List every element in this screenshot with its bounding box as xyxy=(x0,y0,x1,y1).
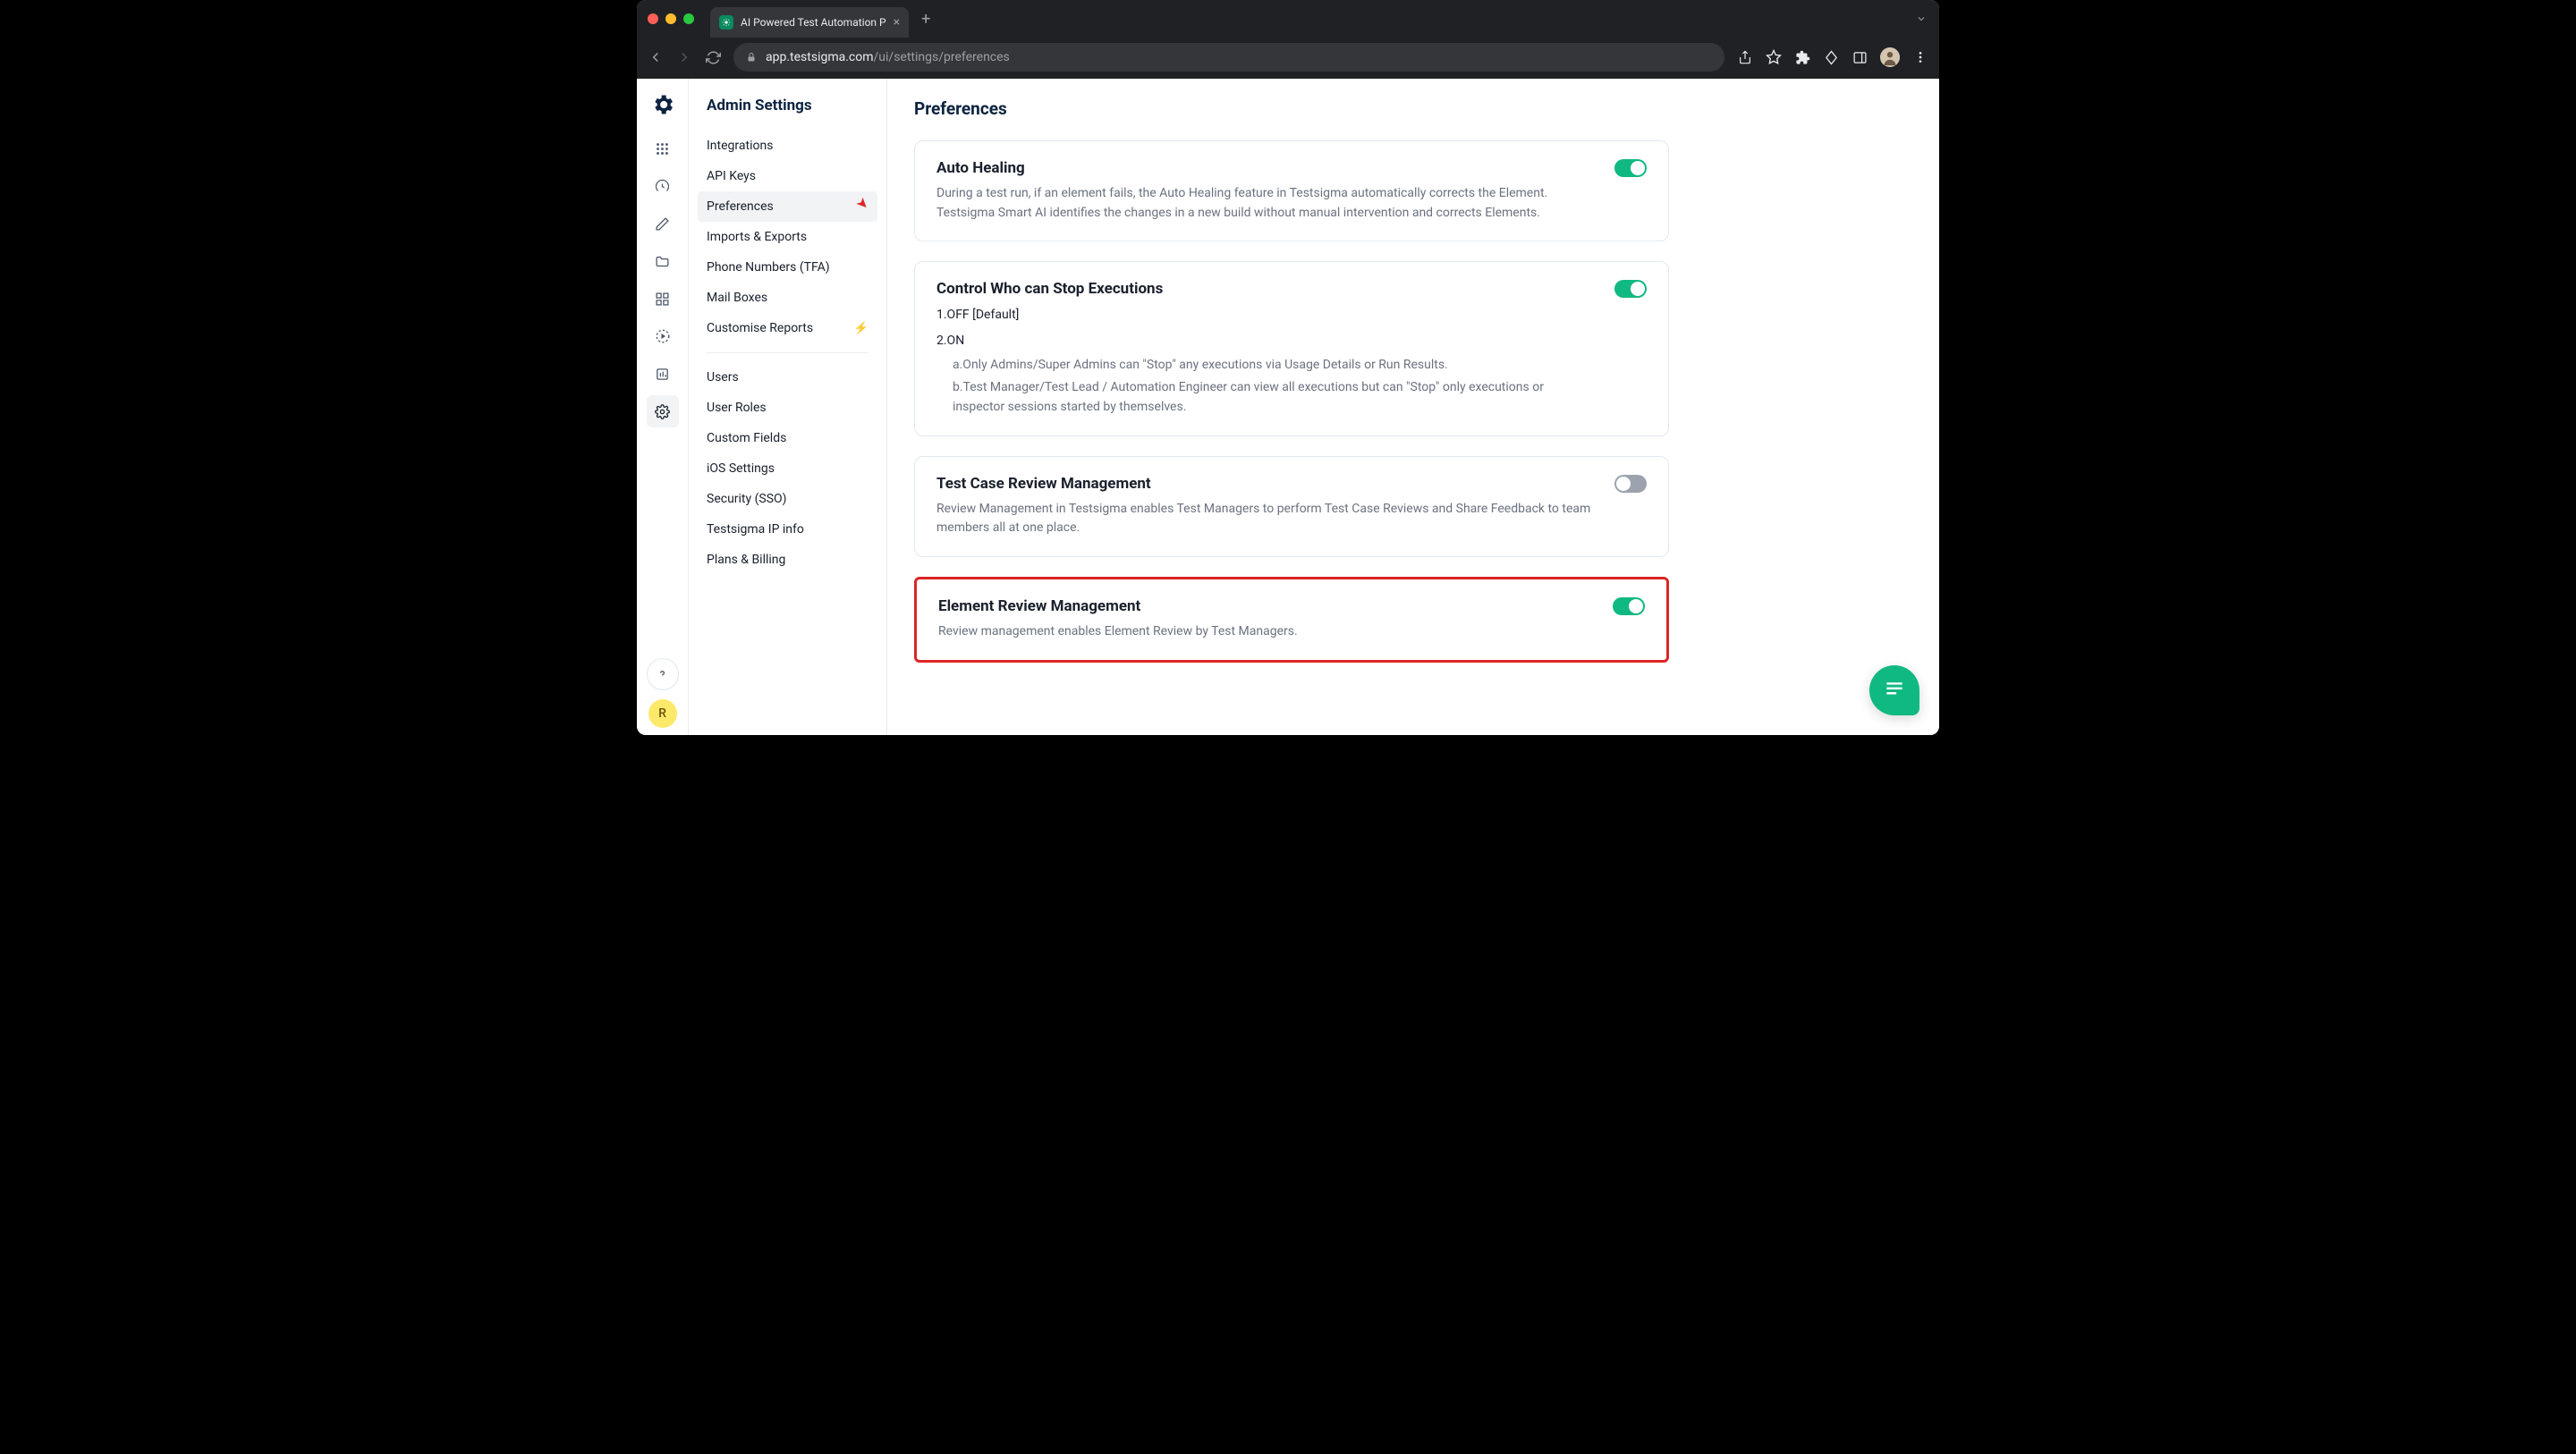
rail-dashboard-icon[interactable] xyxy=(647,170,679,202)
main-content: Preferences Auto Healing During a test r… xyxy=(887,79,1939,735)
icon-rail: R xyxy=(637,79,689,735)
tabs-dropdown-icon[interactable] xyxy=(1916,13,1927,24)
leaf-icon[interactable] xyxy=(1823,50,1839,65)
tab-close-icon[interactable]: × xyxy=(894,15,900,30)
tab-favicon xyxy=(719,15,733,30)
reload-button[interactable] xyxy=(705,50,721,65)
panel-icon[interactable] xyxy=(1852,50,1868,65)
card-list-item: a.Only Admins/Super Admins can "Stop" an… xyxy=(936,356,1598,376)
sidebar-item-api-keys[interactable]: API Keys xyxy=(698,161,877,191)
card-description: Review Management in Testsigma enables T… xyxy=(936,500,1598,538)
rail-settings-icon[interactable] xyxy=(647,395,679,427)
rail-help-icon[interactable] xyxy=(647,658,679,690)
toggle-testcase-review[interactable] xyxy=(1614,475,1647,493)
card-list-item: b.Test Manager/Test Lead / Automation En… xyxy=(936,378,1598,417)
rail-edit-icon[interactable] xyxy=(647,207,679,240)
chat-fab[interactable] xyxy=(1869,665,1919,715)
sidebar-item-label: Users xyxy=(707,370,739,385)
profile-avatar[interactable] xyxy=(1880,47,1900,67)
sidebar-item-user-roles[interactable]: User Roles xyxy=(698,393,877,423)
card-sub-line: 1.OFF [Default] xyxy=(936,305,1614,325)
card-title: Test Case Review Management xyxy=(936,475,1598,493)
lock-icon xyxy=(746,52,757,63)
card-description: Review management enables Element Review… xyxy=(938,622,1298,642)
sidebar-item-label: Preferences xyxy=(707,199,774,214)
rail-grid-icon[interactable] xyxy=(647,283,679,315)
back-button[interactable] xyxy=(648,49,664,65)
app-logo[interactable] xyxy=(649,91,676,118)
bolt-icon: ⚡ xyxy=(854,322,869,335)
preference-card-testcase-review: Test Case Review Management Review Manag… xyxy=(914,456,1669,557)
toggle-element-review[interactable] xyxy=(1613,597,1645,615)
sidebar-item-users[interactable]: Users xyxy=(698,362,877,393)
sidebar-item-label: Plans & Billing xyxy=(707,553,785,567)
preference-card-auto-healing: Auto Healing During a test run, if an el… xyxy=(914,140,1669,241)
sidebar-item-security-sso-[interactable]: Security (SSO) xyxy=(698,484,877,514)
sidebar-item-label: Phone Numbers (TFA) xyxy=(707,260,830,275)
sidebar-item-customise-reports[interactable]: Customise Reports ⚡ xyxy=(698,313,877,343)
card-description: During a test run, if an element fails, … xyxy=(936,184,1598,223)
card-sub-line: 2.ON xyxy=(936,331,1614,351)
sidebar-item-preferences[interactable]: Preferences ➤ xyxy=(698,191,877,222)
minimize-window-button[interactable] xyxy=(665,13,676,24)
annotation-arrow-icon: ➤ xyxy=(852,193,873,214)
sidebar-item-label: Imports & Exports xyxy=(707,230,807,244)
sidebar-item-label: Customise Reports xyxy=(707,321,813,335)
preference-card-stop-executions: Control Who can Stop Executions 1.OFF [D… xyxy=(914,261,1669,435)
sidebar-divider xyxy=(707,352,869,353)
sidebar-item-label: User Roles xyxy=(707,401,767,415)
card-title: Auto Healing xyxy=(936,159,1598,177)
toggle-auto-healing[interactable] xyxy=(1614,159,1647,177)
url-text: app.testsigma.com/ui/settings/preference… xyxy=(766,50,1010,64)
rail-user-avatar[interactable]: R xyxy=(648,699,677,728)
sidebar-item-label: Testsigma IP info xyxy=(707,522,804,537)
sidebar-item-label: Mail Boxes xyxy=(707,291,767,305)
preference-card-element-review: Element Review Management Review managem… xyxy=(914,577,1669,663)
browser-tab[interactable]: AI Powered Test Automation P × xyxy=(710,7,909,38)
close-window-button[interactable] xyxy=(648,13,658,24)
new-tab-button[interactable]: + xyxy=(921,10,930,29)
tab-title: AI Powered Test Automation P xyxy=(741,16,886,29)
sidebar-item-integrations[interactable]: Integrations xyxy=(698,131,877,161)
rail-reports-icon[interactable] xyxy=(647,358,679,390)
sidebar-item-label: Security (SSO) xyxy=(707,492,787,506)
sidebar-item-mail-boxes[interactable]: Mail Boxes xyxy=(698,283,877,313)
sidebar-item-label: Integrations xyxy=(707,139,773,153)
rail-apps-icon[interactable] xyxy=(647,132,679,165)
sidebar-title: Admin Settings xyxy=(698,97,877,131)
toggle-stop-executions[interactable] xyxy=(1614,280,1647,298)
sidebar-item-imports-exports[interactable]: Imports & Exports xyxy=(698,222,877,252)
sidebar-item-label: Custom Fields xyxy=(707,431,786,445)
sidebar-item-plans-billing[interactable]: Plans & Billing xyxy=(698,545,877,575)
sidebar-item-label: iOS Settings xyxy=(707,461,775,476)
forward-button[interactable] xyxy=(676,49,692,65)
kebab-menu-icon[interactable] xyxy=(1912,50,1928,64)
browser-chrome: AI Powered Test Automation P × + xyxy=(637,0,1939,79)
page-title: Preferences xyxy=(914,98,1912,119)
window-controls xyxy=(648,13,694,24)
rail-run-icon[interactable] xyxy=(647,320,679,352)
bookmark-star-icon[interactable] xyxy=(1766,49,1782,65)
extensions-icon[interactable] xyxy=(1794,50,1810,65)
card-title: Control Who can Stop Executions xyxy=(936,280,1614,298)
sidebar-item-custom-fields[interactable]: Custom Fields xyxy=(698,423,877,453)
card-title: Element Review Management xyxy=(938,597,1298,615)
settings-sidebar: Admin Settings Integrations API Keys Prefe… xyxy=(689,79,887,735)
maximize-window-button[interactable] xyxy=(683,13,694,24)
rail-folder-icon[interactable] xyxy=(647,245,679,277)
share-icon[interactable] xyxy=(1737,50,1753,64)
sidebar-item-testsigma-ip-info[interactable]: Testsigma IP info xyxy=(698,514,877,545)
address-bar[interactable]: app.testsigma.com/ui/settings/preference… xyxy=(733,43,1724,72)
sidebar-item-phone-numbers-tfa-[interactable]: Phone Numbers (TFA) xyxy=(698,252,877,283)
sidebar-item-ios-settings[interactable]: iOS Settings xyxy=(698,453,877,484)
sidebar-item-label: API Keys xyxy=(707,169,756,183)
